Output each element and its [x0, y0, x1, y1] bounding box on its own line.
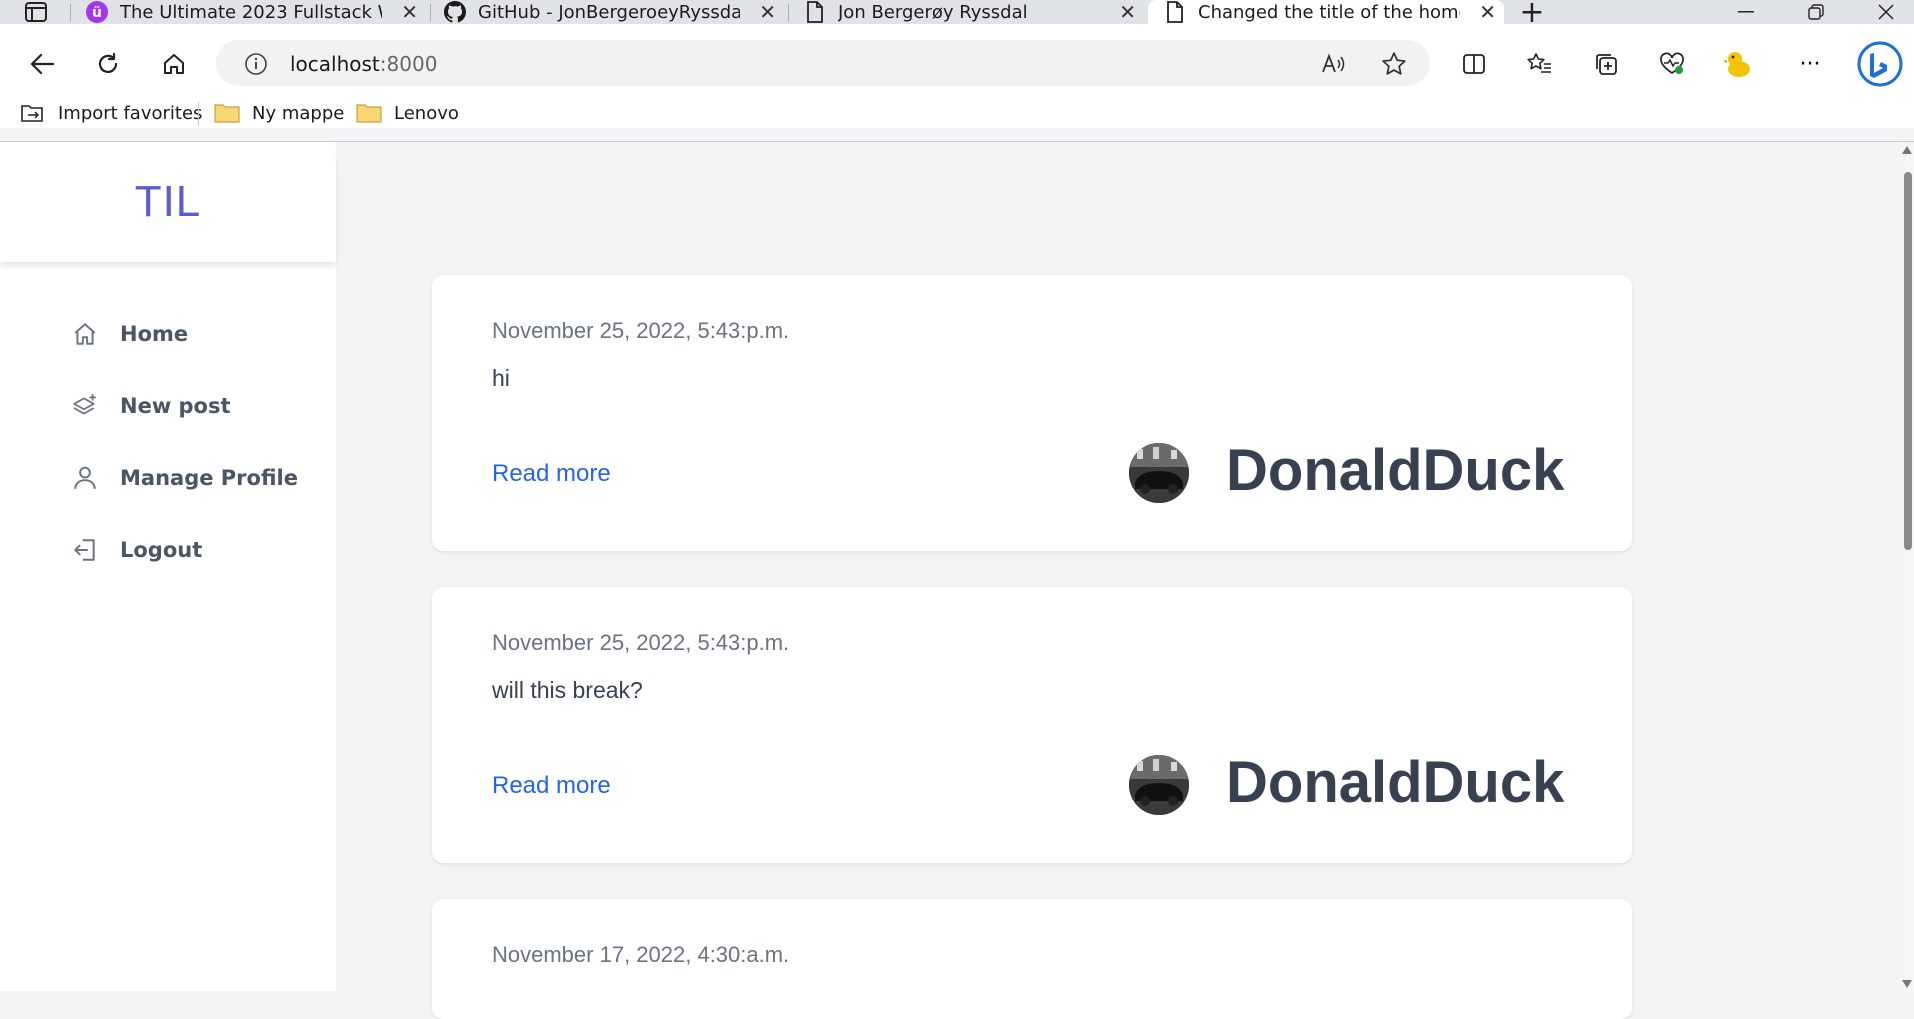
sidebar	[0, 142, 336, 991]
split-screen-icon[interactable]	[1454, 44, 1494, 84]
app-logo[interactable]: TIL	[135, 177, 202, 227]
tab-udemy[interactable]: ü The Ultimate 2023 Fullstack Web ✕	[86, 0, 426, 24]
refresh-icon[interactable]	[88, 44, 128, 84]
back-icon[interactable]	[22, 44, 62, 84]
home-icon	[70, 319, 100, 349]
tab-homepage-active[interactable]: Changed the title of the homepa ✕	[1148, 0, 1504, 24]
home-browser-icon[interactable]	[154, 44, 194, 84]
tab-github[interactable]: GitHub - JonBergeroeyRyssdal/D ✕	[444, 0, 784, 24]
url-text[interactable]: localhost:8000	[290, 52, 437, 76]
read-aloud-icon[interactable]	[1314, 44, 1354, 84]
avatar[interactable]	[1129, 443, 1189, 503]
close-tab-icon[interactable]: ✕	[401, 0, 418, 24]
read-more-link[interactable]: Read more	[492, 772, 611, 800]
sidebar-item-logout[interactable]: Logout	[70, 535, 202, 565]
tab-separator	[788, 4, 789, 22]
duck-extension-icon[interactable]	[1718, 44, 1758, 84]
favorite-label: Import favorites	[58, 102, 203, 124]
url-host: localhost	[290, 52, 380, 76]
logo-header: TIL	[0, 142, 336, 262]
post-date: November 25, 2022, 5:43:p.m.	[492, 630, 790, 655]
tab-title: The Ultimate 2023 Fullstack Web	[120, 1, 382, 23]
favorite-folder-ny-mappe[interactable]: Ny mappe	[214, 98, 344, 128]
tab-separator	[70, 4, 71, 22]
close-window-icon[interactable]	[1856, 0, 1914, 24]
user-icon	[70, 463, 100, 493]
post-author[interactable]: DonaldDuck	[1226, 749, 1564, 816]
page-icon	[1164, 1, 1186, 23]
udemy-icon: ü	[86, 1, 108, 23]
post-card: November 25, 2022, 5:43:p.m. will this b…	[432, 587, 1632, 863]
bing-chat-icon[interactable]	[1856, 40, 1904, 88]
site-info-icon[interactable]	[236, 44, 276, 84]
sidebar-item-label: New post	[120, 394, 231, 418]
tab-title: GitHub - JonBergeroeyRyssdal/D	[478, 1, 740, 23]
sidebar-item-new-post[interactable]: New post	[70, 391, 231, 421]
favorite-folder-lenovo[interactable]: Lenovo	[356, 98, 459, 128]
logout-icon	[70, 535, 100, 565]
scroll-up-icon[interactable]	[1902, 146, 1912, 154]
more-options-icon[interactable]: ···	[1790, 44, 1830, 84]
scrollbar-thumb[interactable]	[1904, 172, 1912, 550]
avatar[interactable]	[1129, 755, 1189, 815]
folder-icon	[356, 104, 382, 123]
post-body: will this break?	[492, 677, 643, 703]
read-more-link[interactable]: Read more	[492, 460, 611, 488]
tab-separator	[430, 4, 431, 22]
tab-actions-icon[interactable]	[6, 0, 66, 24]
page-icon	[804, 1, 826, 23]
url-port: :8000	[379, 52, 438, 76]
tab-title: Jon Bergerøy Ryssdal	[838, 1, 1028, 23]
browser-essentials-icon[interactable]	[1652, 44, 1692, 84]
sidebar-item-label: Home	[120, 322, 189, 346]
import-favorites-link[interactable]: Import favorites	[20, 98, 202, 128]
close-tab-icon[interactable]: ✕	[1479, 0, 1496, 24]
collections-icon[interactable]	[1586, 44, 1626, 84]
sidebar-item-label: Logout	[120, 538, 203, 562]
restore-icon[interactable]	[1786, 0, 1846, 24]
favorites-divider	[198, 102, 199, 126]
sidebar-item-label: Manage Profile	[120, 466, 298, 490]
post-card: November 25, 2022, 5:43:p.m. hi Read mor…	[432, 275, 1632, 551]
post-body: hi	[492, 365, 510, 391]
sidebar-item-home[interactable]: Home	[70, 319, 188, 349]
svg-text:ü: ü	[92, 5, 102, 21]
close-tab-icon[interactable]: ✕	[1119, 0, 1136, 24]
scroll-down-icon[interactable]	[1902, 980, 1912, 988]
tab-title: Changed the title of the homepa	[1198, 1, 1460, 23]
folder-icon	[214, 104, 240, 123]
sidebar-item-manage-profile[interactable]: Manage Profile	[70, 463, 298, 493]
favorite-label: Ny mappe	[252, 102, 345, 124]
tab-profile[interactable]: Jon Bergerøy Ryssdal ✕	[804, 0, 1144, 24]
post-author[interactable]: DonaldDuck	[1226, 437, 1564, 504]
minimize-icon[interactable]	[1716, 0, 1776, 24]
layers-plus-icon	[70, 391, 100, 421]
post-date: November 17, 2022, 4:30:a.m.	[492, 942, 790, 967]
close-tab-icon[interactable]: ✕	[759, 0, 776, 24]
favorites-icon[interactable]	[1520, 44, 1560, 84]
github-icon	[444, 1, 466, 23]
favorite-star-icon[interactable]	[1374, 44, 1414, 84]
favorite-label: Lenovo	[394, 102, 459, 124]
import-folder-icon	[21, 105, 43, 122]
post-card: November 17, 2022, 4:30:a.m.	[432, 899, 1632, 1019]
post-date: November 25, 2022, 5:43:p.m.	[492, 318, 790, 343]
new-tab-button[interactable]: +	[1502, 0, 1562, 30]
